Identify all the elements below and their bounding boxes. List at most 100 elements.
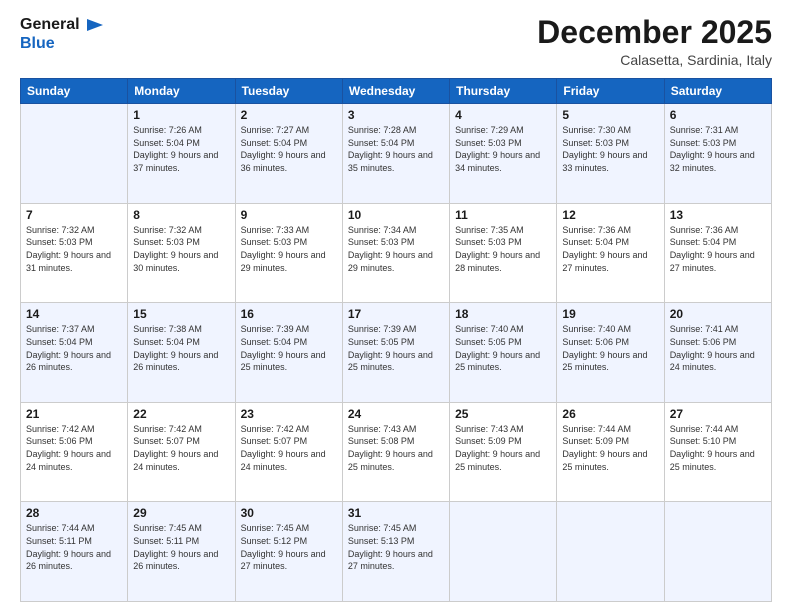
day-info: Sunrise: 7:36 AMSunset: 5:04 PMDaylight:… (670, 224, 766, 274)
day-number: 21 (26, 407, 122, 421)
col-wednesday: Wednesday (342, 79, 449, 104)
day-info: Sunrise: 7:45 AMSunset: 5:13 PMDaylight:… (348, 522, 444, 572)
day-info: Sunrise: 7:45 AMSunset: 5:11 PMDaylight:… (133, 522, 229, 572)
calendar-cell: 1 Sunrise: 7:26 AMSunset: 5:04 PMDaylight… (128, 104, 235, 204)
day-info: Sunrise: 7:44 AMSunset: 5:11 PMDaylight:… (26, 522, 122, 572)
day-number: 18 (455, 307, 551, 321)
page-header: General Blue December 2025 Calasetta, Sa… (20, 15, 772, 68)
col-tuesday: Tuesday (235, 79, 342, 104)
day-number: 24 (348, 407, 444, 421)
calendar-cell: 2 Sunrise: 7:27 AMSunset: 5:04 PMDaylight… (235, 104, 342, 204)
day-number: 27 (670, 407, 766, 421)
col-sunday: Sunday (21, 79, 128, 104)
day-number: 2 (241, 108, 337, 122)
calendar-header-row: Sunday Monday Tuesday Wednesday Thursday… (21, 79, 772, 104)
day-number: 10 (348, 208, 444, 222)
day-info: Sunrise: 7:40 AMSunset: 5:06 PMDaylight:… (562, 323, 658, 373)
calendar-week-row: 7 Sunrise: 7:32 AMSunset: 5:03 PMDaylight… (21, 203, 772, 303)
day-number: 31 (348, 506, 444, 520)
day-info: Sunrise: 7:36 AMSunset: 5:04 PMDaylight:… (562, 224, 658, 274)
calendar-cell: 19 Sunrise: 7:40 AMSunset: 5:06 PMDayligh… (557, 303, 664, 403)
col-friday: Friday (557, 79, 664, 104)
calendar-cell: 20Sunrise: 7:41 AMSunset: 5:06 PMDayligh… (664, 303, 771, 403)
logo: General Blue (20, 15, 103, 53)
calendar-cell (450, 502, 557, 602)
day-number: 22 (133, 407, 229, 421)
day-number: 12 (562, 208, 658, 222)
day-info: Sunrise: 7:42 AMSunset: 5:07 PMDaylight:… (133, 423, 229, 473)
day-info: Sunrise: 7:43 AMSunset: 5:09 PMDaylight:… (455, 423, 551, 473)
day-number: 25 (455, 407, 551, 421)
day-info: Sunrise: 7:37 AMSunset: 5:04 PMDaylight:… (26, 323, 122, 373)
calendar-cell: 6 Sunrise: 7:31 AMSunset: 5:03 PMDaylight… (664, 104, 771, 204)
day-number: 15 (133, 307, 229, 321)
calendar-cell: 31 Sunrise: 7:45 AMSunset: 5:13 PMDayligh… (342, 502, 449, 602)
calendar-cell: 3 Sunrise: 7:28 AMSunset: 5:04 PMDaylight… (342, 104, 449, 204)
day-number: 17 (348, 307, 444, 321)
title-block: December 2025 Calasetta, Sardinia, Italy (537, 15, 772, 68)
calendar-cell: 22 Sunrise: 7:42 AMSunset: 5:07 PMDayligh… (128, 402, 235, 502)
logo-general-text: General (20, 16, 80, 34)
day-number: 16 (241, 307, 337, 321)
month-title: December 2025 (537, 15, 772, 50)
calendar-cell: 27 Sunrise: 7:44 AMSunset: 5:10 PMDayligh… (664, 402, 771, 502)
day-info: Sunrise: 7:41 AMSunset: 5:06 PMDaylight:… (670, 323, 766, 373)
calendar-cell: 18Sunrise: 7:40 AMSunset: 5:05 PMDayligh… (450, 303, 557, 403)
calendar-cell: 12 Sunrise: 7:36 AMSunset: 5:04 PMDayligh… (557, 203, 664, 303)
day-number: 19 (562, 307, 658, 321)
day-number: 3 (348, 108, 444, 122)
day-info: Sunrise: 7:32 AMSunset: 5:03 PMDaylight:… (26, 224, 122, 274)
day-info: Sunrise: 7:31 AMSunset: 5:03 PMDaylight:… (670, 124, 766, 174)
location: Calasetta, Sardinia, Italy (537, 52, 772, 68)
col-saturday: Saturday (664, 79, 771, 104)
calendar-cell: 4 Sunrise: 7:29 AMSunset: 5:03 PMDaylight… (450, 104, 557, 204)
calendar-cell (557, 502, 664, 602)
calendar-cell: 8Sunrise: 7:32 AMSunset: 5:03 PMDaylight… (128, 203, 235, 303)
calendar-table: Sunday Monday Tuesday Wednesday Thursday… (20, 78, 772, 602)
day-info: Sunrise: 7:29 AMSunset: 5:03 PMDaylight:… (455, 124, 551, 174)
day-number: 9 (241, 208, 337, 222)
calendar-cell: 23Sunrise: 7:42 AMSunset: 5:07 PMDayligh… (235, 402, 342, 502)
calendar-cell: 25 Sunrise: 7:43 AMSunset: 5:09 PMDayligh… (450, 402, 557, 502)
day-info: Sunrise: 7:38 AMSunset: 5:04 PMDaylight:… (133, 323, 229, 373)
day-info: Sunrise: 7:28 AMSunset: 5:04 PMDaylight:… (348, 124, 444, 174)
day-number: 6 (670, 108, 766, 122)
calendar-cell: 29 Sunrise: 7:45 AMSunset: 5:11 PMDayligh… (128, 502, 235, 602)
logo-blue-text: Blue (20, 35, 55, 53)
calendar-cell: 11Sunrise: 7:35 AMSunset: 5:03 PMDayligh… (450, 203, 557, 303)
calendar-cell: 21 Sunrise: 7:42 AMSunset: 5:06 PMDayligh… (21, 402, 128, 502)
day-number: 30 (241, 506, 337, 520)
day-info: Sunrise: 7:45 AMSunset: 5:12 PMDaylight:… (241, 522, 337, 572)
calendar-cell: 5Sunrise: 7:30 AMSunset: 5:03 PMDaylight… (557, 104, 664, 204)
day-number: 23 (241, 407, 337, 421)
calendar-cell: 7 Sunrise: 7:32 AMSunset: 5:03 PMDaylight… (21, 203, 128, 303)
calendar-cell: 16 Sunrise: 7:39 AMSunset: 5:04 PMDayligh… (235, 303, 342, 403)
calendar-cell: 10Sunrise: 7:34 AMSunset: 5:03 PMDayligh… (342, 203, 449, 303)
calendar-week-row: 21 Sunrise: 7:42 AMSunset: 5:06 PMDayligh… (21, 402, 772, 502)
day-info: Sunrise: 7:44 AMSunset: 5:10 PMDaylight:… (670, 423, 766, 473)
calendar-cell (664, 502, 771, 602)
calendar-cell: 26Sunrise: 7:44 AMSunset: 5:09 PMDayligh… (557, 402, 664, 502)
day-info: Sunrise: 7:43 AMSunset: 5:08 PMDaylight:… (348, 423, 444, 473)
calendar-cell: 15 Sunrise: 7:38 AMSunset: 5:04 PMDayligh… (128, 303, 235, 403)
calendar-cell (21, 104, 128, 204)
calendar-page: General Blue December 2025 Calasetta, Sa… (0, 0, 792, 612)
day-number: 29 (133, 506, 229, 520)
day-info: Sunrise: 7:26 AMSunset: 5:04 PMDaylight:… (133, 124, 229, 174)
calendar-cell: 14Sunrise: 7:37 AMSunset: 5:04 PMDayligh… (21, 303, 128, 403)
calendar-cell: 13Sunrise: 7:36 AMSunset: 5:04 PMDayligh… (664, 203, 771, 303)
day-number: 11 (455, 208, 551, 222)
calendar-cell: 9Sunrise: 7:33 AMSunset: 5:03 PMDaylight… (235, 203, 342, 303)
day-info: Sunrise: 7:32 AMSunset: 5:03 PMDaylight:… (133, 224, 229, 274)
calendar-cell: 17 Sunrise: 7:39 AMSunset: 5:05 PMDayligh… (342, 303, 449, 403)
day-info: Sunrise: 7:39 AMSunset: 5:04 PMDaylight:… (241, 323, 337, 373)
day-number: 7 (26, 208, 122, 222)
day-number: 4 (455, 108, 551, 122)
day-number: 28 (26, 506, 122, 520)
day-info: Sunrise: 7:30 AMSunset: 5:03 PMDaylight:… (562, 124, 658, 174)
day-number: 1 (133, 108, 229, 122)
calendar-cell: 30 Sunrise: 7:45 AMSunset: 5:12 PMDayligh… (235, 502, 342, 602)
day-info: Sunrise: 7:27 AMSunset: 5:04 PMDaylight:… (241, 124, 337, 174)
day-info: Sunrise: 7:42 AMSunset: 5:06 PMDaylight:… (26, 423, 122, 473)
day-info: Sunrise: 7:39 AMSunset: 5:05 PMDaylight:… (348, 323, 444, 373)
